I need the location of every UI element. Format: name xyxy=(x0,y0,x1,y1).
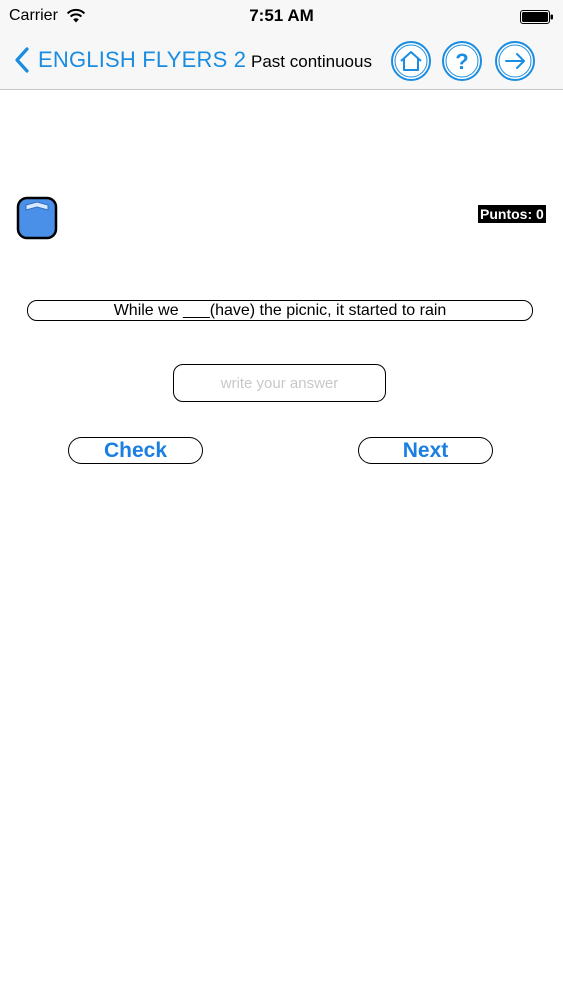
check-button[interactable]: Check xyxy=(68,437,203,464)
back-button[interactable]: ENGLISH FLYERS 2 xyxy=(14,44,246,76)
question-text: While we ___(have) the picnic, it starte… xyxy=(27,300,533,321)
navigation-bar: ENGLISH FLYERS 2 Past continuous ? xyxy=(0,32,563,90)
status-bar: Carrier 7:51 AM xyxy=(0,0,563,32)
chevron-left-icon xyxy=(15,47,29,73)
answer-input[interactable] xyxy=(173,364,386,402)
lock-icon xyxy=(16,196,58,240)
back-button-label: ENGLISH FLYERS 2 xyxy=(38,47,247,72)
status-time: 7:51 AM xyxy=(249,6,314,25)
battery-icon xyxy=(520,10,553,24)
page-title: Past continuous xyxy=(251,52,372,71)
help-icon[interactable]: ? xyxy=(441,40,483,82)
arrow-right-icon[interactable] xyxy=(494,40,536,82)
score-badge: Puntos: 0 xyxy=(478,205,546,223)
next-button[interactable]: Next xyxy=(358,437,493,464)
app-screen: Carrier 7:51 AM ENGLISH FLYERS 2 Past co… xyxy=(0,0,563,1000)
svg-text:?: ? xyxy=(455,49,468,74)
home-icon[interactable] xyxy=(390,40,432,82)
